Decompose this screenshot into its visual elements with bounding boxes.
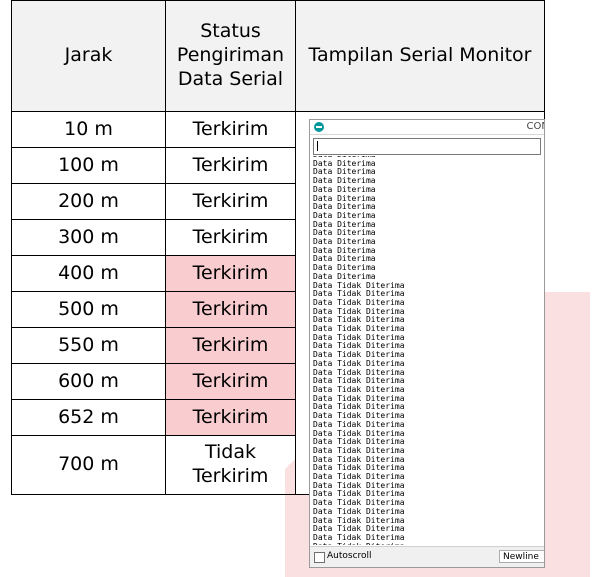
serial-output-text: Data Diterima Data Diterima Data Diterima D… [313, 156, 541, 545]
status-text: Terkirim [192, 333, 269, 356]
status-cell: Terkirim [165, 219, 296, 256]
arduino-logo-icon [314, 122, 324, 132]
header-tampilan-text: Tampilan Serial Monitor [308, 44, 532, 67]
status-cell: Terkirim [165, 183, 296, 220]
status-text: Terkirim [192, 297, 269, 320]
jarak-cell: 700 m [11, 435, 166, 495]
status-cell-highlighted: Terkirim [165, 363, 296, 400]
status-cell: Terkirim [165, 147, 296, 184]
status-cell-highlighted: Terkirim [165, 255, 296, 292]
status-text: Terkirim [192, 405, 269, 428]
status-text: Terkirim [192, 369, 269, 392]
serial-monitor-cell: COM Data DiterimaData DiterimaData Diter… [295, 111, 545, 568]
serial-send-input[interactable] [313, 138, 541, 155]
jarak-cell: 10 m [11, 111, 166, 148]
jarak-cell: 200 m [11, 183, 166, 220]
jarak-cell: 300 m [11, 219, 166, 256]
header-row: Jarak Status Pengiriman Data Serial Tamp… [11, 0, 545, 112]
header-jarak: Jarak [11, 0, 166, 112]
status-cell-highlighted: Terkirim [165, 327, 296, 364]
status-cell: Terkirim [165, 111, 296, 148]
header-status: Status Pengiriman Data Serial [165, 0, 296, 112]
serial-monitor-titlebar: COM [310, 120, 544, 135]
serial-output-area[interactable]: Data Diterima Data Diterima Data Diterima D… [313, 156, 541, 545]
table-row: 10 m Terkirim COM Data DiterimaData Dite… [11, 111, 545, 568]
window-title: COM [526, 121, 544, 132]
serial-monitor-footer: Autoscroll Newline [310, 546, 544, 567]
jarak-cell: 550 m [11, 327, 166, 364]
jarak-cell: 600 m [11, 363, 166, 400]
serial-output-line: Data Tidak Diterima [313, 542, 541, 545]
status-text: Terkirim [192, 261, 269, 284]
results-table: Jarak Status Pengiriman Data Serial Tamp… [11, 0, 545, 568]
status-cell: Tidak Terkirim [165, 435, 296, 495]
jarak-cell: 400 m [11, 255, 166, 292]
text-caret [317, 141, 318, 151]
line-ending-select[interactable]: Newline [499, 550, 544, 563]
jarak-cell: 100 m [11, 147, 166, 184]
header-tampilan: Tampilan Serial Monitor [295, 0, 545, 112]
serial-monitor-window: COM Data DiterimaData DiterimaData Diter… [309, 119, 545, 568]
autoscroll-label: Autoscroll [327, 551, 372, 561]
status-cell-highlighted: Terkirim [165, 399, 296, 436]
jarak-cell: 500 m [11, 291, 166, 328]
status-cell-highlighted: Terkirim [165, 291, 296, 328]
jarak-cell: 652 m [11, 399, 166, 436]
autoscroll-checkbox[interactable] [314, 552, 325, 563]
